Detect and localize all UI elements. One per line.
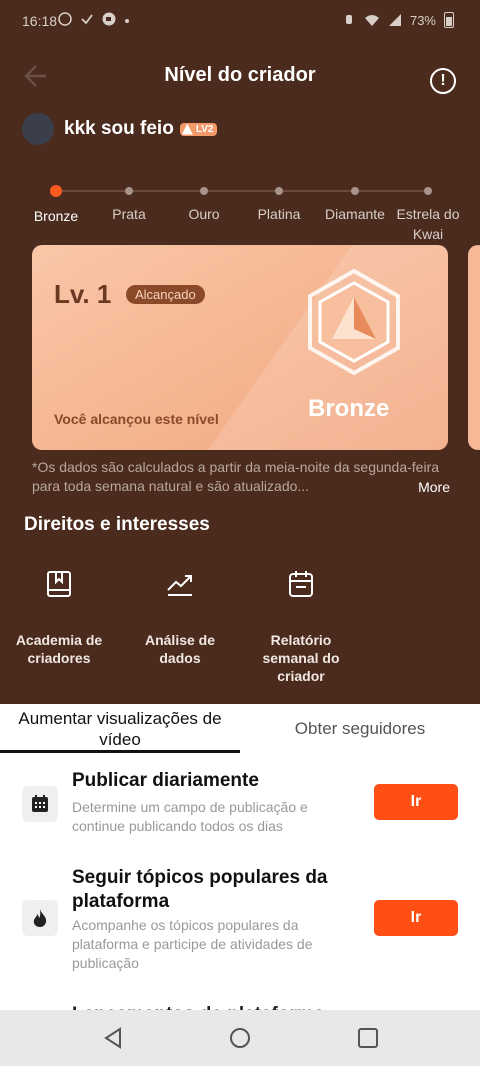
status-bar: 16:18 73%	[0, 0, 480, 44]
benefit-label: Análise de dados	[144, 632, 216, 666]
dot-icon	[125, 19, 129, 23]
go-button[interactable]: Ir	[374, 900, 458, 936]
status-left-icons	[58, 12, 130, 26]
user-name: kkk sou feio	[64, 118, 174, 139]
mute-icon	[345, 15, 352, 24]
step-dot	[424, 187, 432, 195]
tab-underline	[0, 750, 240, 753]
wifi-icon	[364, 15, 379, 26]
tier-name: Bronze	[308, 395, 390, 422]
check-icon	[81, 14, 93, 25]
step-dot	[275, 187, 283, 195]
battery-percent: 73%	[409, 12, 436, 28]
benefit-label: Relatório semanal do criador	[262, 632, 340, 684]
task-icon-box	[22, 900, 58, 936]
step-dot	[351, 187, 359, 195]
level-card[interactable]: Lv. 1 Alcançado Bronze Você alcançou est…	[32, 245, 448, 450]
task-icon-box	[22, 786, 58, 822]
step-label: Estrela do Kwai	[396, 206, 460, 242]
fire-icon	[33, 909, 47, 927]
level-step-estrela[interactable]: Estrela do Kwai	[383, 180, 473, 244]
header: Nível do criador !	[0, 52, 480, 100]
status-time: 16:18	[22, 13, 58, 29]
tab-followers[interactable]: Obter seguidores	[240, 718, 480, 739]
level-page: 16:18 73% Nível do criador ! kkk sou fei…	[0, 0, 480, 704]
home-nav-icon[interactable]	[228, 1026, 252, 1050]
user-row: kkk sou feio LV2	[22, 112, 218, 146]
avatar[interactable]	[22, 113, 54, 145]
task-description: Determine um campo de publicação e conti…	[72, 799, 308, 834]
task-tabs: Aumentar visualizações de vídeo Obter se…	[0, 704, 480, 756]
book-icon	[47, 571, 71, 597]
tab-views[interactable]: Aumentar visualizações de vídeo	[0, 708, 240, 750]
trend-icon	[167, 575, 192, 596]
benefit-academy[interactable]: Academia de criadores	[4, 568, 114, 667]
info-icon[interactable]: !	[430, 68, 456, 94]
step-dot	[200, 187, 208, 195]
note-text: *Os dados são calculados a partir da mei…	[32, 459, 440, 494]
page-title: Nível do criador	[164, 64, 316, 86]
recents-nav-icon[interactable]	[356, 1026, 380, 1050]
data-note: *Os dados são calculados a partir da mei…	[32, 458, 452, 497]
status-right: 73%	[342, 12, 454, 28]
task-title: Seguir tópicos populares da plataforma	[72, 867, 328, 912]
level-stepper: Bronze Prata Ouro Platina Diamante Estre…	[0, 180, 480, 242]
next-level-card[interactable]	[468, 245, 480, 450]
calendar-icon	[32, 795, 48, 812]
system-nav-bar	[0, 1010, 480, 1066]
bronze-medal-icon	[308, 268, 400, 376]
benefit-label: Academia de criadores	[15, 632, 103, 666]
whatsapp-icon	[58, 12, 72, 26]
card-level: Lv. 1	[54, 279, 112, 309]
signal-icon	[388, 14, 401, 26]
camera-icon	[102, 12, 116, 26]
battery-icon	[444, 12, 454, 28]
step-dot	[125, 187, 133, 195]
benefit-analytics[interactable]: Análise de dados	[125, 568, 235, 667]
task-title: Publicar diariamente	[72, 770, 259, 791]
calendar-icon	[289, 571, 313, 597]
benefit-weekly-report[interactable]: Relatório semanal do criador	[246, 568, 356, 685]
task-description: Acompanhe os tópicos populares da plataf…	[72, 917, 313, 971]
status-badge: Alcançado	[126, 285, 205, 304]
rights-title: Direitos e interesses	[24, 514, 210, 535]
reached-text: Você alcançou este nível	[54, 411, 219, 427]
go-button[interactable]: Ir	[374, 784, 458, 820]
tasks-panel: Aumentar visualizações de vídeo Obter se…	[0, 704, 480, 1025]
level-badge: LV2	[179, 122, 218, 136]
step-dot	[50, 185, 62, 197]
back-nav-icon[interactable]	[101, 1026, 125, 1050]
more-link[interactable]: More	[414, 478, 450, 497]
